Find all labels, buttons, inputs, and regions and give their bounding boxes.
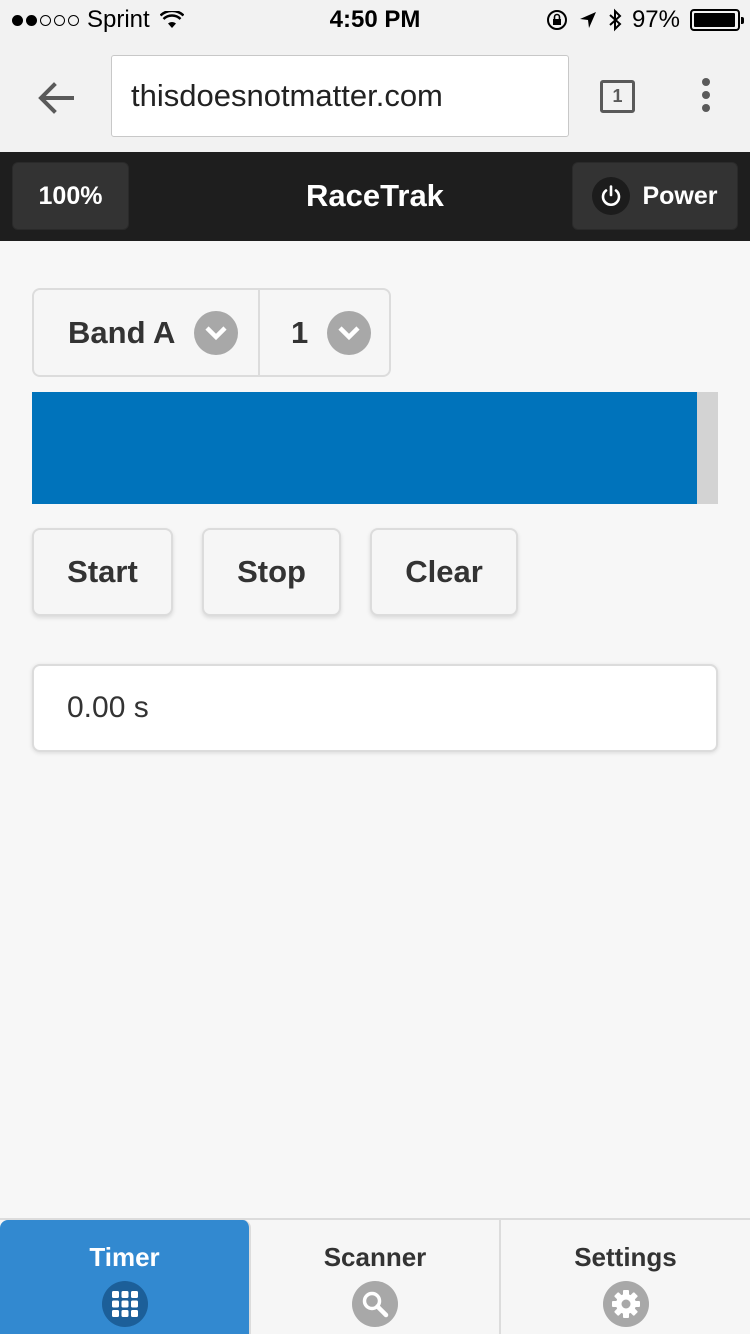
power-button-label: Power — [642, 181, 718, 210]
gear-icon — [602, 1281, 649, 1327]
status-bar-right: 97% — [546, 6, 744, 34]
chevron-down-icon — [194, 310, 239, 355]
signal-meter — [32, 392, 718, 504]
battery-percent: 97% — [631, 6, 680, 33]
overflow-menu-icon[interactable] — [695, 78, 717, 118]
url-field[interactable]: thisdoesnotmatter.com — [111, 55, 569, 137]
power-button[interactable]: Power — [572, 162, 738, 230]
clear-button[interactable]: Clear — [370, 528, 518, 616]
location-icon — [579, 12, 596, 28]
nav-tab-timer[interactable]: Timer — [0, 1220, 251, 1334]
start-button[interactable]: Start — [32, 528, 173, 616]
chevron-down-icon — [327, 310, 372, 355]
signal-meter-fill — [32, 392, 698, 504]
nav-tab-scanner[interactable]: Scanner — [251, 1220, 501, 1334]
band-select-value: Band A — [68, 314, 176, 350]
battery-fill — [694, 13, 735, 27]
channel-select-value: 1 — [291, 314, 309, 350]
nav-tab-settings[interactable]: Settings — [501, 1220, 750, 1334]
app-header: 100% RaceTrak Power — [0, 152, 750, 241]
nav-tab-label: Settings — [574, 1242, 677, 1272]
channel-select[interactable]: 1 — [260, 290, 389, 375]
grid-icon — [101, 1281, 148, 1327]
orientation-lock-icon — [546, 10, 567, 30]
battery-icon — [690, 9, 744, 31]
power-icon — [592, 177, 631, 215]
status-bar: Sprint 4:50 PM 97% — [0, 0, 750, 40]
nav-tab-label: Scanner — [323, 1242, 427, 1272]
band-select[interactable]: Band A — [34, 290, 260, 375]
bottom-nav: Timer Scanner Settings — [0, 1218, 750, 1334]
search-icon — [352, 1281, 398, 1327]
elapsed-time-display: 0.00 s — [32, 664, 718, 752]
band-channel-selector: Band A 1 — [32, 288, 391, 377]
stop-button[interactable]: Stop — [202, 528, 341, 616]
tab-switcher-button[interactable]: 1 — [600, 80, 635, 113]
back-arrow-icon[interactable] — [34, 76, 78, 120]
bluetooth-icon — [609, 8, 622, 32]
nav-tab-label: Timer — [89, 1242, 160, 1272]
browser-toolbar: thisdoesnotmatter.com 1 — [0, 40, 750, 152]
